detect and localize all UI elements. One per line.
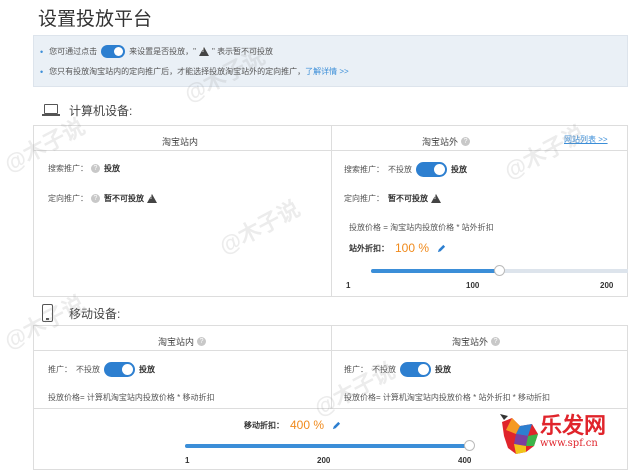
pc-outside-search-off: 不投放	[388, 165, 412, 174]
mobile-outside-toggle[interactable]	[400, 362, 431, 377]
pc-outside-header-label: 淘宝站外	[422, 137, 459, 147]
brand-site: www.spf.cn	[540, 438, 598, 449]
edit-pencil-icon[interactable]	[437, 244, 446, 253]
pc-outside-formula: 投放价格 = 淘宝站内投放价格 * 站外折扣	[349, 223, 494, 232]
mobile-outside-on: 投放	[435, 365, 451, 374]
bull-logo-icon	[500, 414, 538, 454]
mobile-inside-toggle[interactable]	[104, 362, 135, 377]
pc-discount-label: 站外折扣：	[349, 243, 389, 253]
mobile-outside-header-label: 淘宝站外	[452, 337, 489, 347]
help-icon[interactable]: ?	[461, 137, 471, 146]
pc-outside-search-label: 搜索推广：	[344, 165, 384, 174]
mobile-outside-promo: 推广： 不投放 投放	[344, 362, 451, 377]
mobile-inside-off: 不投放	[76, 365, 100, 374]
site-list-link[interactable]: 网站列表 >>	[564, 134, 608, 145]
mobile-section-title: 移动设备:	[42, 304, 120, 322]
pc-outside-search: 搜索推广： 不投放 投放	[344, 162, 467, 177]
pc-outside-target-label: 定向推广：	[344, 194, 384, 203]
pc-inside-target-label: 定向推广：	[48, 194, 88, 203]
notice-line-1: • 您可通过点击 来设置是否投放，" " 表示暂不可投放	[40, 45, 273, 58]
mobile-inside-formula: 投放价格= 计算机淘宝站内投放价格 * 移动折扣	[48, 393, 215, 402]
pc-outside-search-on: 投放	[451, 165, 467, 174]
pc-outside-target: 定向推广： 暂不可投放	[344, 193, 444, 204]
mobile-inside-promo-label: 推广：	[48, 365, 72, 374]
notice-line-2: • 您只有投放淘宝站内的定向推广后，才能选择投放淘宝站外的定向推广， 了解详情 …	[40, 66, 349, 77]
toggle-example-icon	[101, 45, 126, 58]
pc-slider-mid: 100	[466, 281, 480, 290]
mobile-discount: 移动折扣： 400 %	[244, 418, 341, 432]
bullet-icon: •	[40, 66, 44, 77]
notice-line1-middle: 来设置是否投放，"	[129, 47, 196, 56]
pc-outside-discount: 站外折扣： 100 %	[349, 241, 446, 255]
mobile-inside-header: 淘宝站内 ?	[158, 335, 207, 348]
notice-line2-text: 您只有投放淘宝站内的定向推广后，才能选择投放淘宝站外的定向推广，	[49, 67, 306, 76]
warning-icon	[431, 194, 441, 203]
pc-outside-search-toggle[interactable]	[416, 162, 447, 177]
mobile-discount-label: 移动折扣：	[244, 420, 284, 430]
help-icon[interactable]: ?	[91, 164, 100, 173]
pc-slider-fill	[371, 269, 500, 273]
mobile-discount-slider[interactable]	[185, 440, 475, 451]
laptop-icon	[42, 104, 60, 117]
help-icon[interactable]: ?	[197, 337, 207, 346]
pc-slider-max: 200	[600, 281, 614, 290]
pc-discount-slider[interactable]	[371, 265, 628, 276]
pc-outside-target-value: 暂不可投放	[388, 194, 428, 203]
mobile-outside-off: 不投放	[372, 365, 396, 374]
warning-icon	[199, 47, 209, 56]
mobile-inside-on: 投放	[139, 365, 155, 374]
warning-icon	[147, 194, 157, 203]
pc-panel: 淘宝站内 淘宝站外 ? 网站列表 >> 搜索推广： ? 投放 定向推广： ? 暂…	[33, 125, 628, 297]
help-icon[interactable]: ?	[491, 337, 501, 346]
pc-title: 计算机设备:	[69, 104, 133, 118]
pc-inside-search-label: 搜索推广：	[48, 164, 88, 173]
pc-inside-target: 定向推广： ? 暂不可投放	[48, 193, 160, 204]
notice-line1-suffix: " 表示暂不可投放	[212, 47, 274, 56]
pc-slider-thumb[interactable]	[494, 265, 506, 276]
bullet-icon: •	[40, 46, 44, 57]
mobile-slider-thumb[interactable]	[464, 440, 475, 451]
learn-more-link[interactable]: 了解详情 >>	[305, 66, 349, 77]
page-title: 设置投放平台	[38, 8, 153, 30]
mobile-slider-fill	[185, 444, 469, 448]
mobile-title: 移动设备:	[69, 306, 121, 321]
pc-inside-target-value: 暂不可投放	[104, 194, 144, 203]
mobile-slider-max: 400	[458, 456, 472, 465]
pc-inside-search-value: 投放	[104, 164, 120, 173]
mobile-outside-formula: 投放价格= 计算机淘宝站内投放价格 * 站外折扣 * 移动折扣	[344, 393, 551, 402]
mobile-outside-promo-label: 推广：	[344, 365, 368, 374]
edit-pencil-icon[interactable]	[332, 421, 341, 430]
notice-box: • 您可通过点击 来设置是否投放，" " 表示暂不可投放 • 您只有投放淘宝站内…	[33, 35, 628, 87]
pc-outside-header: 淘宝站外 ?	[422, 135, 471, 148]
pc-discount-value: 100 %	[395, 241, 430, 255]
mobile-outside-header: 淘宝站外 ?	[452, 335, 501, 348]
mobile-inside-header-label: 淘宝站内	[158, 337, 195, 347]
mobile-slider-min: 1	[185, 456, 190, 465]
pc-section-title: 计算机设备:	[42, 102, 132, 119]
brand-logo: 乐发网 www.spf.cn	[498, 408, 624, 466]
phone-icon	[42, 304, 53, 322]
pc-inside-search: 搜索推广： ? 投放	[48, 163, 120, 174]
pc-inside-header: 淘宝站内	[162, 137, 199, 147]
brand-logo-text: 乐发网	[540, 413, 607, 439]
help-icon[interactable]: ?	[91, 194, 100, 203]
mobile-slider-mid: 200	[317, 456, 331, 465]
mobile-inside-promo: 推广： 不投放 投放	[48, 362, 155, 377]
notice-line1-prefix: 您可通过点击	[49, 47, 98, 56]
mobile-discount-value: 400 %	[290, 418, 325, 432]
pc-slider-min: 1	[346, 281, 351, 290]
